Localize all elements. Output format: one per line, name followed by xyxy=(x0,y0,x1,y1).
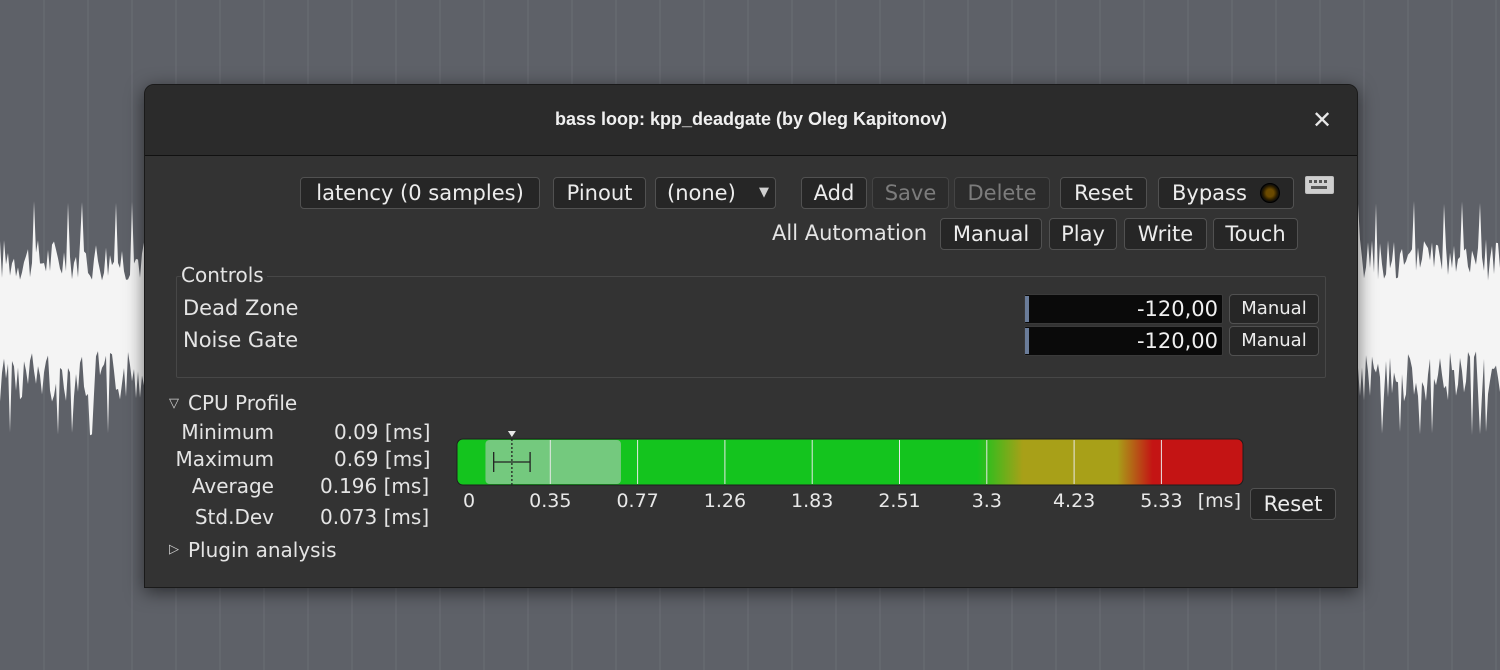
cpu-reset-button[interactable]: Reset xyxy=(1250,488,1336,520)
meter-tick-label: 0 xyxy=(463,490,475,512)
keyboard-icon[interactable] xyxy=(1305,176,1334,194)
noise-gate-value: -120,00 xyxy=(1136,329,1218,353)
automation-touch-button[interactable]: Touch xyxy=(1213,218,1298,250)
stat-name-minimum: Minimum xyxy=(181,420,274,444)
bypass-label: Bypass xyxy=(1172,181,1247,205)
control-name-dead-zone: Dead Zone xyxy=(183,296,299,320)
audio-waveform xyxy=(1356,201,1500,436)
expander-closed-icon[interactable]: ▷ xyxy=(169,542,179,557)
plugin-analysis-title[interactable]: Plugin analysis xyxy=(188,538,337,562)
stat-value-maximum: 0.69 [ms] xyxy=(334,447,431,471)
dead-zone-value-slider[interactable]: -120,00 xyxy=(1024,294,1223,324)
meter-tick-label: 5.33 xyxy=(1140,490,1182,512)
delete-preset-button[interactable]: Delete xyxy=(954,177,1050,209)
audio-waveform xyxy=(0,201,146,436)
expander-open-icon[interactable]: ▽ xyxy=(169,396,179,411)
meter-tick-label: 0.77 xyxy=(616,490,658,512)
automation-play-button[interactable]: Play xyxy=(1049,218,1117,250)
dead-zone-automation-button[interactable]: Manual xyxy=(1229,294,1319,324)
cpu-timing-meter: 0 0.35 0.77 1.26 1.83 2.51 3.3 4.23 5.33 [ms] xyxy=(456,431,1244,512)
average-pointer-icon xyxy=(507,431,516,437)
preset-select-value: (none) xyxy=(667,181,736,205)
slider-handle[interactable] xyxy=(1025,296,1029,322)
cpu-profile-title[interactable]: CPU Profile xyxy=(188,391,297,415)
meter-tick-label: 3.3 xyxy=(972,490,1002,512)
save-preset-button[interactable]: Save xyxy=(872,177,949,209)
controls-title: Controls xyxy=(181,263,267,287)
meter-unit-label: [ms] xyxy=(1198,490,1241,512)
meter-tick-label: 1.83 xyxy=(791,490,833,512)
stat-value-average: 0.196 [ms] xyxy=(320,474,430,498)
meter-tick-label: 4.23 xyxy=(1053,490,1095,512)
meter-tick-label: 2.51 xyxy=(878,490,920,512)
add-preset-button[interactable]: Add xyxy=(801,177,867,209)
latency-button[interactable]: latency (0 samples) xyxy=(300,177,540,209)
bypass-led-icon xyxy=(1260,183,1280,203)
stat-name-stddev: Std.Dev xyxy=(194,505,274,529)
preset-select[interactable]: (none) ▼ xyxy=(655,177,776,209)
stat-name-average: Average xyxy=(191,474,274,498)
automation-write-button[interactable]: Write xyxy=(1124,218,1207,250)
window-title: bass loop: kpp_deadgate (by Oleg Kapiton… xyxy=(554,109,948,129)
stat-value-minimum: 0.09 [ms] xyxy=(334,420,431,444)
meter-tick-label: 1.26 xyxy=(704,490,746,512)
pinout-button[interactable]: Pinout xyxy=(553,177,646,209)
plugin-window: bass loop: kpp_deadgate (by Oleg Kapiton… xyxy=(144,84,1358,588)
chevron-down-icon: ▼ xyxy=(759,185,769,200)
stat-name-maximum: Maximum xyxy=(175,447,274,471)
title-bar[interactable]: bass loop: kpp_deadgate (by Oleg Kapiton… xyxy=(145,85,1357,156)
reset-button[interactable]: Reset xyxy=(1060,177,1147,209)
noise-gate-automation-button[interactable]: Manual xyxy=(1229,326,1319,356)
stat-value-stddev: 0.073 [ms] xyxy=(320,505,430,529)
all-automation-label: All Automation xyxy=(772,221,928,245)
noise-gate-value-slider[interactable]: -120,00 xyxy=(1024,326,1223,356)
automation-manual-button[interactable]: Manual xyxy=(940,218,1042,250)
control-name-noise-gate: Noise Gate xyxy=(183,328,299,352)
slider-handle[interactable] xyxy=(1025,328,1029,354)
dead-zone-value: -120,00 xyxy=(1136,297,1218,321)
close-icon[interactable]: ✕ xyxy=(1309,107,1335,133)
meter-tick-label: 0.35 xyxy=(529,490,571,512)
